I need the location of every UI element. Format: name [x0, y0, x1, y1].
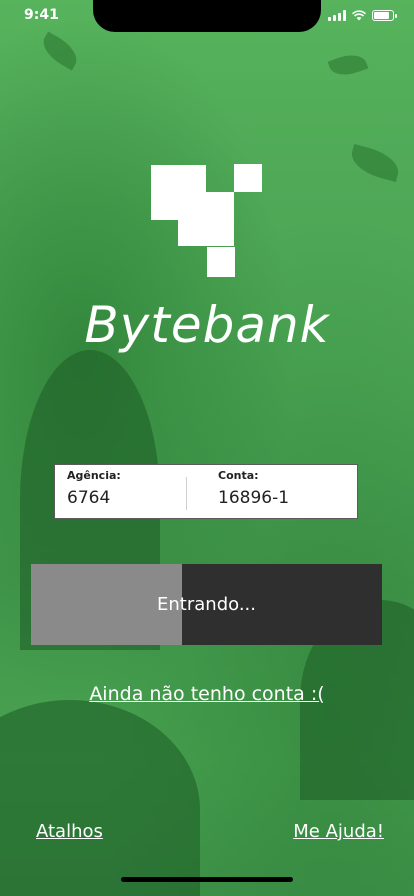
bytebank-logo	[150, 163, 264, 277]
background-leaf	[37, 31, 83, 71]
agency-field[interactable]: Agência: 6764	[55, 465, 206, 518]
login-form: Agência: 6764 Conta: 16896-1	[54, 464, 358, 519]
help-link[interactable]: Me Ajuda!	[293, 821, 384, 842]
background-hill	[0, 700, 200, 896]
device-notch	[93, 0, 321, 32]
background-leaf	[327, 49, 369, 81]
battery-icon	[372, 10, 397, 21]
shortcuts-link[interactable]: Atalhos	[36, 821, 103, 842]
status-icons	[328, 10, 397, 21]
login-progress-button[interactable]: Entrando...	[31, 564, 382, 645]
progress-label: Entrando...	[157, 594, 256, 615]
account-field[interactable]: Conta: 16896-1	[206, 465, 357, 518]
signal-icon	[328, 10, 346, 21]
signup-link[interactable]: Ainda não tenho conta :(	[0, 683, 414, 705]
status-time: 9:41	[24, 7, 59, 23]
account-label: Conta:	[218, 469, 259, 482]
home-indicator[interactable]	[121, 877, 293, 882]
wifi-icon	[352, 10, 366, 21]
brand-name: Bytebank	[84, 296, 330, 354]
background-leaf	[347, 143, 403, 183]
login-screen: 9:41 Bytebank Agência: 6764 Conta: 16896…	[0, 0, 414, 896]
field-divider	[186, 477, 187, 510]
account-value[interactable]: 16896-1	[218, 488, 357, 508]
